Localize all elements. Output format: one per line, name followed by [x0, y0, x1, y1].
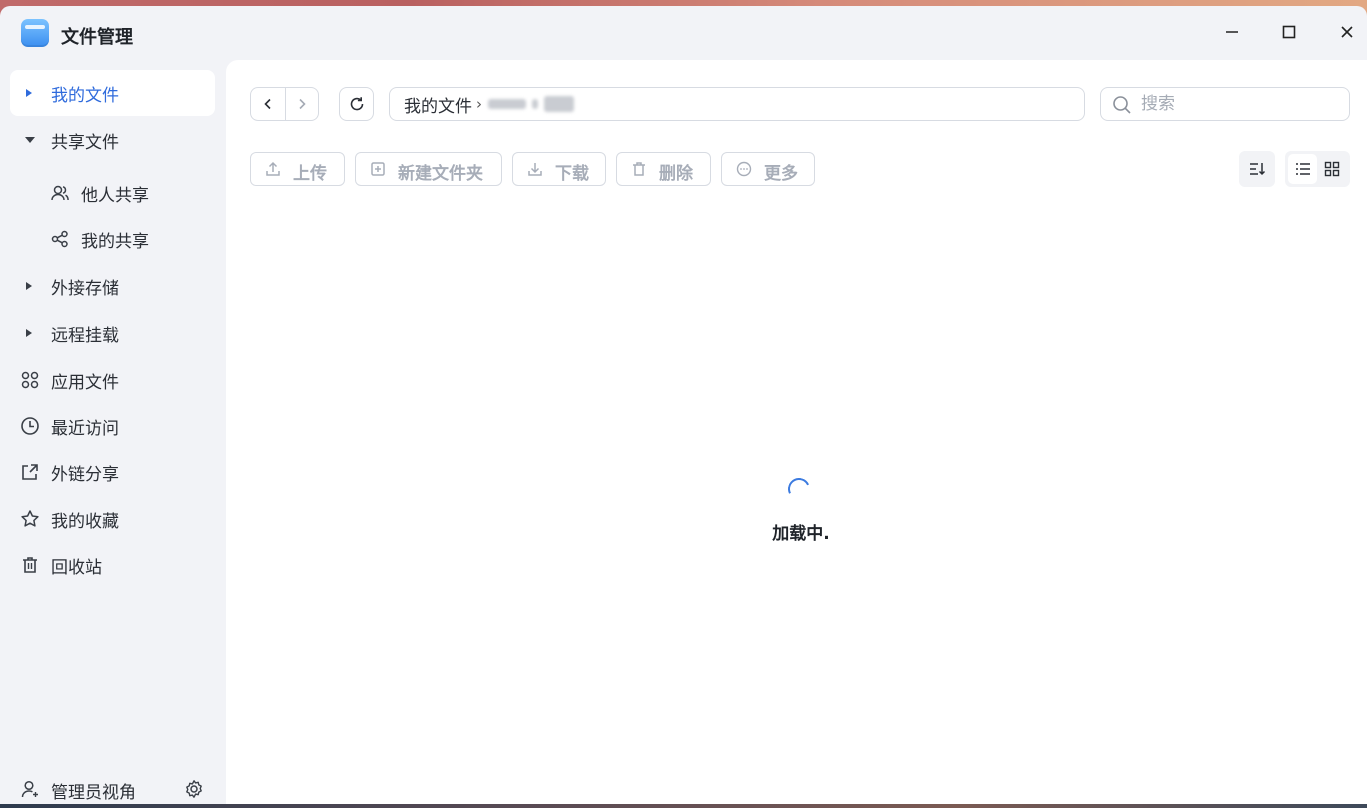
list-view-button[interactable] [1288, 154, 1317, 184]
history-nav [250, 87, 319, 121]
sidebar-item-label: 应用文件 [51, 372, 119, 393]
refresh-button[interactable] [339, 87, 374, 121]
sort-button[interactable] [1239, 151, 1275, 187]
admin-view-toggle[interactable]: 管理员视角 [10, 770, 215, 804]
download-label: 下载 [555, 164, 589, 184]
clock-icon [21, 417, 39, 435]
maximize-button[interactable] [1277, 20, 1301, 44]
redacted-path-segment [532, 99, 538, 109]
sidebar-item-recycle-bin[interactable]: 回收站 [10, 542, 215, 588]
chevron-left-icon [264, 98, 271, 110]
new-folder-icon [371, 162, 385, 176]
close-icon [1341, 26, 1353, 38]
delete-button[interactable]: 删除 [616, 152, 711, 186]
caret-right-icon[interactable] [26, 89, 32, 97]
caret-right-icon[interactable] [26, 282, 32, 290]
search-icon [1113, 96, 1131, 114]
sidebar-item-label: 外链分享 [51, 464, 119, 485]
list-view-icon [1295, 163, 1310, 175]
sidebar-item-remote-mount[interactable]: 远程挂载 [10, 310, 215, 356]
forward-button[interactable] [284, 88, 319, 120]
new-folder-button[interactable]: 新建文件夹 [355, 152, 502, 186]
sidebar-item-label: 我的收藏 [51, 511, 119, 532]
external-share-icon [22, 464, 38, 480]
breadcrumb[interactable]: 我的文件 › [389, 87, 1085, 121]
back-button[interactable] [251, 88, 285, 120]
sidebar-item-my-shares[interactable]: 我的共享 [10, 216, 215, 262]
new-folder-label: 新建文件夹 [398, 164, 483, 184]
upload-icon [266, 161, 280, 176]
chevron-right-icon [299, 98, 306, 110]
caret-down-icon[interactable] [25, 137, 35, 143]
sidebar: 我的文件 共享文件 他人共享 我的共享 外接存储 远程挂载 应用文件 最近访问 [0, 60, 225, 804]
sidebar-item-shared-with-me[interactable]: 他人共享 [10, 170, 215, 216]
sidebar-item-label: 外接存储 [51, 278, 119, 299]
upload-label: 上传 [293, 164, 327, 184]
sidebar-item-label: 我的文件 [51, 85, 119, 106]
sidebar-item-label: 共享文件 [51, 132, 119, 153]
spinner-icon [784, 474, 814, 504]
sidebar-item-label: 远程挂载 [51, 325, 119, 346]
admin-view-label: 管理员视角 [51, 783, 136, 803]
breadcrumb-separator: › [476, 95, 482, 113]
sidebar-item-app-files[interactable]: 应用文件 [10, 357, 215, 403]
file-manager-window: 文件管理 我的文件 共享文件 他人共享 我的共享 外接存储 远程挂载 应用文件 … [0, 6, 1367, 804]
search-input[interactable] [1141, 93, 1341, 115]
title-bar: 文件管理 [0, 6, 1367, 60]
trash-icon [633, 162, 645, 176]
maximize-icon [1282, 25, 1296, 39]
sidebar-item-shared-files[interactable]: 共享文件 [10, 117, 215, 163]
minimize-button[interactable] [1220, 20, 1244, 44]
sidebar-item-label: 我的共享 [81, 231, 149, 252]
sidebar-item-label: 回收站 [51, 557, 102, 578]
minimize-icon [1226, 31, 1238, 33]
file-manager-app-icon [21, 19, 49, 47]
star-icon [21, 510, 39, 527]
close-button[interactable] [1335, 20, 1359, 44]
users-icon [51, 185, 69, 201]
delete-label: 删除 [659, 164, 693, 184]
more-label: 更多 [764, 164, 798, 184]
sidebar-item-recent[interactable]: 最近访问 [10, 403, 215, 449]
trash-icon [23, 557, 37, 573]
user-icon [21, 780, 38, 798]
sidebar-item-favorites[interactable]: 我的收藏 [10, 496, 215, 542]
more-icon [736, 161, 752, 177]
breadcrumb-root[interactable]: 我的文件 [404, 92, 472, 117]
app-title: 文件管理 [61, 27, 133, 48]
upload-button[interactable]: 上传 [250, 152, 345, 186]
apps-icon [21, 371, 39, 389]
redacted-path-segment [488, 99, 526, 109]
download-button[interactable]: 下载 [512, 152, 606, 186]
sidebar-item-label: 他人共享 [81, 185, 149, 206]
download-icon [528, 163, 542, 176]
share-icon [51, 230, 68, 248]
grid-view-icon [1324, 161, 1339, 177]
sidebar-item-label: 最近访问 [51, 418, 119, 439]
caret-right-icon[interactable] [26, 329, 32, 337]
sidebar-item-external-storage[interactable]: 外接存储 [10, 263, 215, 309]
sidebar-item-my-files[interactable]: 我的文件 [10, 70, 215, 116]
main-content: 我的文件 › 上传 新建文件夹 下载 删除 更多 [226, 60, 1367, 804]
search-box[interactable] [1100, 87, 1350, 121]
sidebar-item-external-share[interactable]: 外链分享 [10, 449, 215, 495]
redacted-path-segment [544, 96, 574, 112]
loading-text: 加载中. [772, 524, 830, 544]
refresh-icon [350, 97, 363, 111]
view-mode-toggle [1285, 151, 1350, 187]
grid-view-button[interactable] [1317, 154, 1346, 184]
gear-icon[interactable] [184, 779, 204, 799]
more-button[interactable]: 更多 [721, 152, 815, 186]
sort-icon [1250, 163, 1266, 176]
